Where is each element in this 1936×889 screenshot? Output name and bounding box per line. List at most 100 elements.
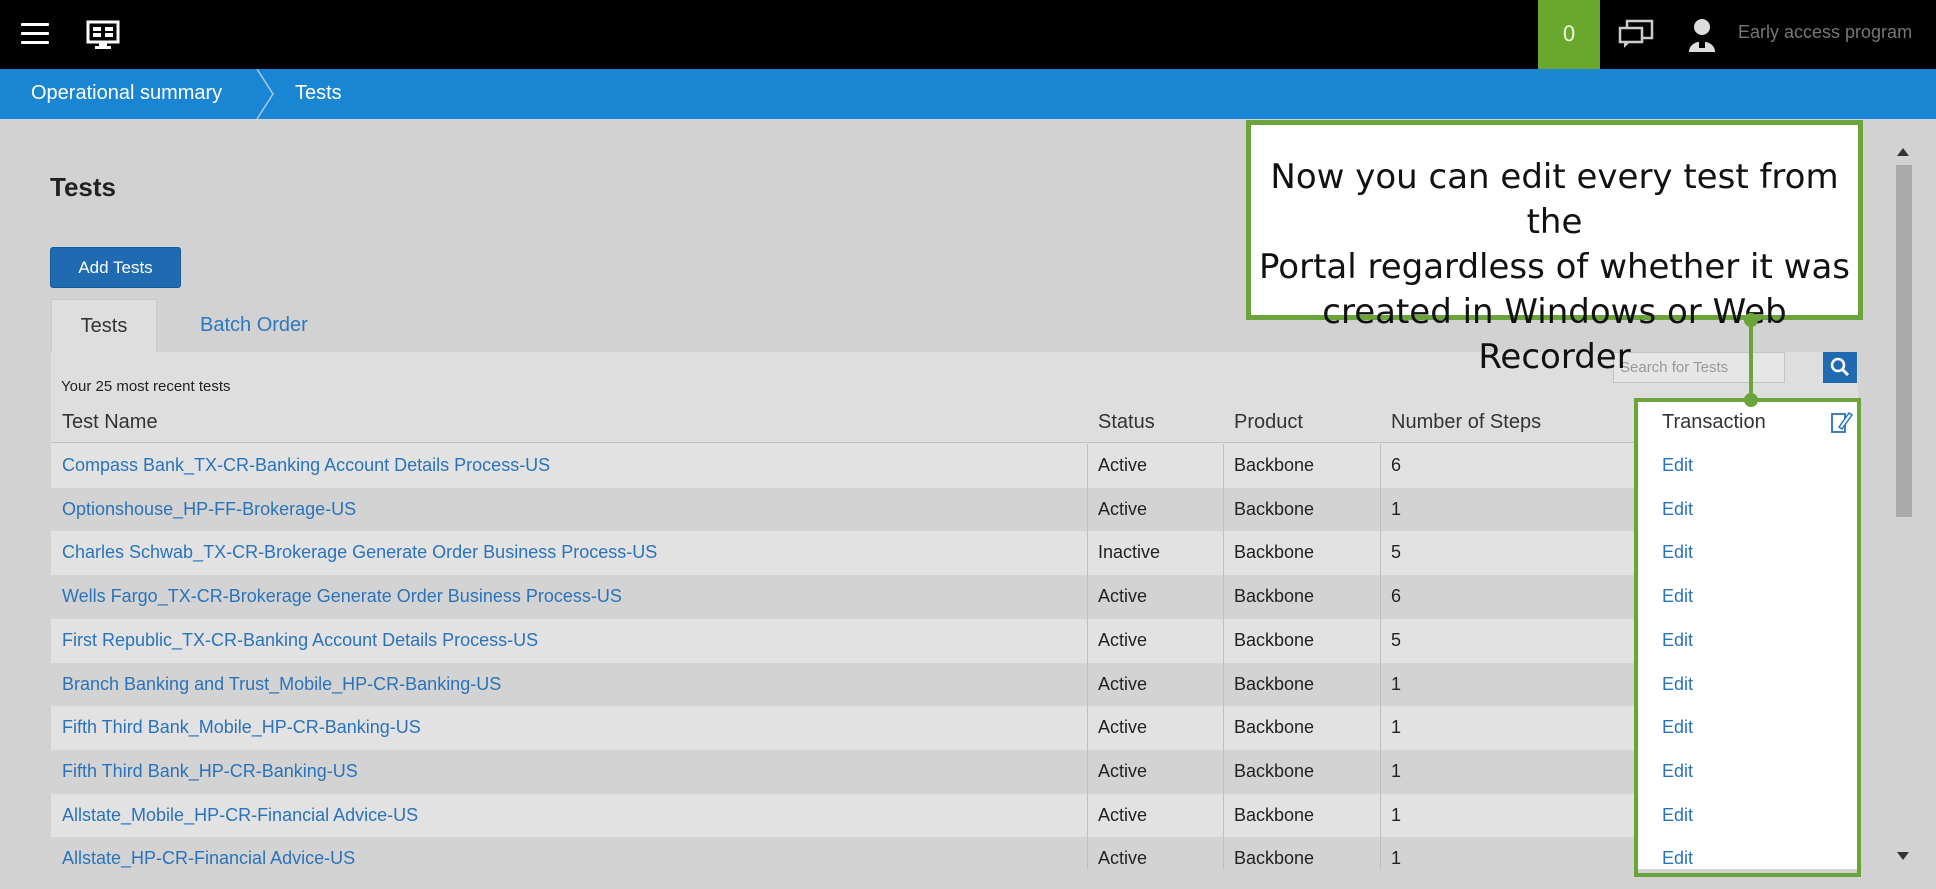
status-cell: Active <box>1098 586 1148 607</box>
top-bar: 0 Early access program <box>0 0 1936 69</box>
table-row: Allstate_HP-CR-Financial Advice-US Active… <box>51 837 1858 869</box>
test-name-link[interactable]: Fifth Third Bank_Mobile_HP-CR-Banking-US <box>62 717 421 738</box>
test-name-link[interactable]: Wells Fargo_TX-CR-Brokerage Generate Ord… <box>62 586 622 607</box>
breadcrumb-tests[interactable]: Tests <box>295 82 342 105</box>
column-divider <box>1380 487 1381 532</box>
product-cell: Backbone <box>1234 455 1315 475</box>
steps-cell: 1 <box>1391 498 1402 519</box>
column-divider <box>1380 793 1381 838</box>
column-divider <box>1380 749 1381 794</box>
column-divider <box>1223 575 1224 620</box>
product-cell: Backbone <box>1234 586 1315 607</box>
callout-line-2: Portal regardless of whether it was <box>1259 247 1850 287</box>
page-title: Tests <box>50 172 116 202</box>
steps-cell: 5 <box>1391 542 1402 563</box>
table-row: Branch Banking and Trust_Mobile_HP-CR-Ba… <box>51 662 1858 707</box>
status-cell: Active <box>1098 804 1148 825</box>
header-product[interactable]: Product <box>1234 411 1303 434</box>
status-cell: Active <box>1098 760 1148 781</box>
column-divider <box>1223 444 1224 488</box>
scrollbar-thumb[interactable] <box>1896 165 1912 517</box>
hamburger-menu-icon[interactable] <box>21 23 49 45</box>
column-divider <box>1087 487 1088 532</box>
monitor-icon[interactable] <box>86 20 120 50</box>
steps-cell: 1 <box>1391 673 1402 694</box>
breadcrumb-separator-icon <box>256 69 274 119</box>
breadcrumb: Operational summary Tests <box>0 69 1936 119</box>
product-cell: Backbone <box>1234 542 1315 563</box>
column-divider <box>1223 618 1224 663</box>
column-divider <box>1087 531 1088 576</box>
callout-line-3: created in Windows or Web Recorder <box>1322 292 1787 377</box>
tab-tests[interactable]: Tests <box>51 299 157 352</box>
column-divider <box>1223 749 1224 794</box>
table-row: Optionshouse_HP-FF-Brokerage-US Active Bac… <box>51 487 1858 532</box>
callout-connector <box>1749 320 1753 400</box>
status-cell: Active <box>1098 455 1148 475</box>
add-tests-button[interactable]: Add Tests <box>50 247 181 288</box>
callout-box: Now you can edit every test from the Por… <box>1246 120 1863 377</box>
test-name-link[interactable]: Allstate_Mobile_HP-CR-Financial Advice-U… <box>62 805 418 826</box>
header-number-of-steps[interactable]: Number of Steps <box>1391 411 1541 434</box>
steps-cell: 6 <box>1391 586 1402 607</box>
column-divider <box>1223 487 1224 532</box>
steps-cell: 5 <box>1391 629 1402 650</box>
test-name-link[interactable]: First Republic_TX-CR-Banking Account Det… <box>62 630 538 651</box>
product-cell: Backbone <box>1234 498 1315 519</box>
table-row: Charles Schwab_TX-CR-Brokerage Generate … <box>51 531 1858 576</box>
table-row: Compass Bank_TX-CR-Banking Account Detai… <box>51 444 1858 488</box>
column-divider <box>1087 706 1088 751</box>
column-divider <box>1223 662 1224 707</box>
header-divider <box>51 442 1858 443</box>
table-row: Wells Fargo_TX-CR-Brokerage Generate Ord… <box>51 575 1858 620</box>
steps-cell: 1 <box>1391 760 1402 781</box>
test-name-link[interactable]: Compass Bank_TX-CR-Banking Account Detai… <box>62 455 550 476</box>
test-name-link[interactable]: Charles Schwab_TX-CR-Brokerage Generate … <box>62 542 657 563</box>
status-cell: Active <box>1098 498 1148 519</box>
status-cell: Active <box>1098 717 1148 738</box>
column-divider <box>1087 662 1088 707</box>
recent-tests-label: Your 25 most recent tests <box>61 378 231 395</box>
product-cell: Backbone <box>1234 629 1315 650</box>
table-row: Fifth Third Bank_HP-CR-Banking-US Active B… <box>51 749 1858 794</box>
column-divider <box>1087 618 1088 663</box>
column-divider <box>1087 837 1088 869</box>
column-divider <box>1380 618 1381 663</box>
column-divider <box>1087 793 1088 838</box>
column-divider <box>1223 837 1224 869</box>
column-divider <box>1223 531 1224 576</box>
steps-cell: 1 <box>1391 804 1402 825</box>
chat-icon[interactable] <box>1618 19 1654 49</box>
product-cell: Backbone <box>1234 848 1315 869</box>
test-name-link[interactable]: Optionshouse_HP-FF-Brokerage-US <box>62 499 356 520</box>
test-name-link[interactable]: Allstate_HP-CR-Financial Advice-US <box>62 848 355 869</box>
column-divider <box>1380 444 1381 488</box>
column-divider <box>1380 575 1381 620</box>
test-name-link[interactable]: Fifth Third Bank_HP-CR-Banking-US <box>62 761 358 782</box>
column-divider <box>1223 706 1224 751</box>
header-test-name[interactable]: Test Name <box>62 411 158 434</box>
product-cell: Backbone <box>1234 717 1315 738</box>
transaction-column-highlight <box>1634 398 1861 877</box>
user-icon[interactable] <box>1688 18 1716 52</box>
table-row: Allstate_Mobile_HP-CR-Financial Advice-U… <box>51 793 1858 838</box>
table-row: Fifth Third Bank_Mobile_HP-CR-Banking-US… <box>51 706 1858 751</box>
status-cell: Active <box>1098 848 1148 869</box>
column-divider <box>1087 444 1088 488</box>
header-status[interactable]: Status <box>1098 411 1155 434</box>
notification-badge[interactable]: 0 <box>1538 0 1600 69</box>
column-divider <box>1223 793 1224 838</box>
steps-cell: 1 <box>1391 717 1402 738</box>
table-row: First Republic_TX-CR-Banking Account Det… <box>51 618 1858 663</box>
column-divider <box>1380 662 1381 707</box>
steps-cell: 1 <box>1391 848 1402 869</box>
early-access-link[interactable]: Early access program <box>1738 22 1912 43</box>
column-divider <box>1380 706 1381 751</box>
breadcrumb-operational-summary[interactable]: Operational summary <box>31 82 222 105</box>
test-name-link[interactable]: Branch Banking and Trust_Mobile_HP-CR-Ba… <box>62 674 501 695</box>
product-cell: Backbone <box>1234 673 1315 694</box>
tests-panel: Your 25 most recent tests Search for Tes… <box>51 352 1858 869</box>
tab-batch-order[interactable]: Batch Order <box>200 299 308 352</box>
callout-dot-bottom <box>1744 393 1758 407</box>
column-divider <box>1087 575 1088 620</box>
